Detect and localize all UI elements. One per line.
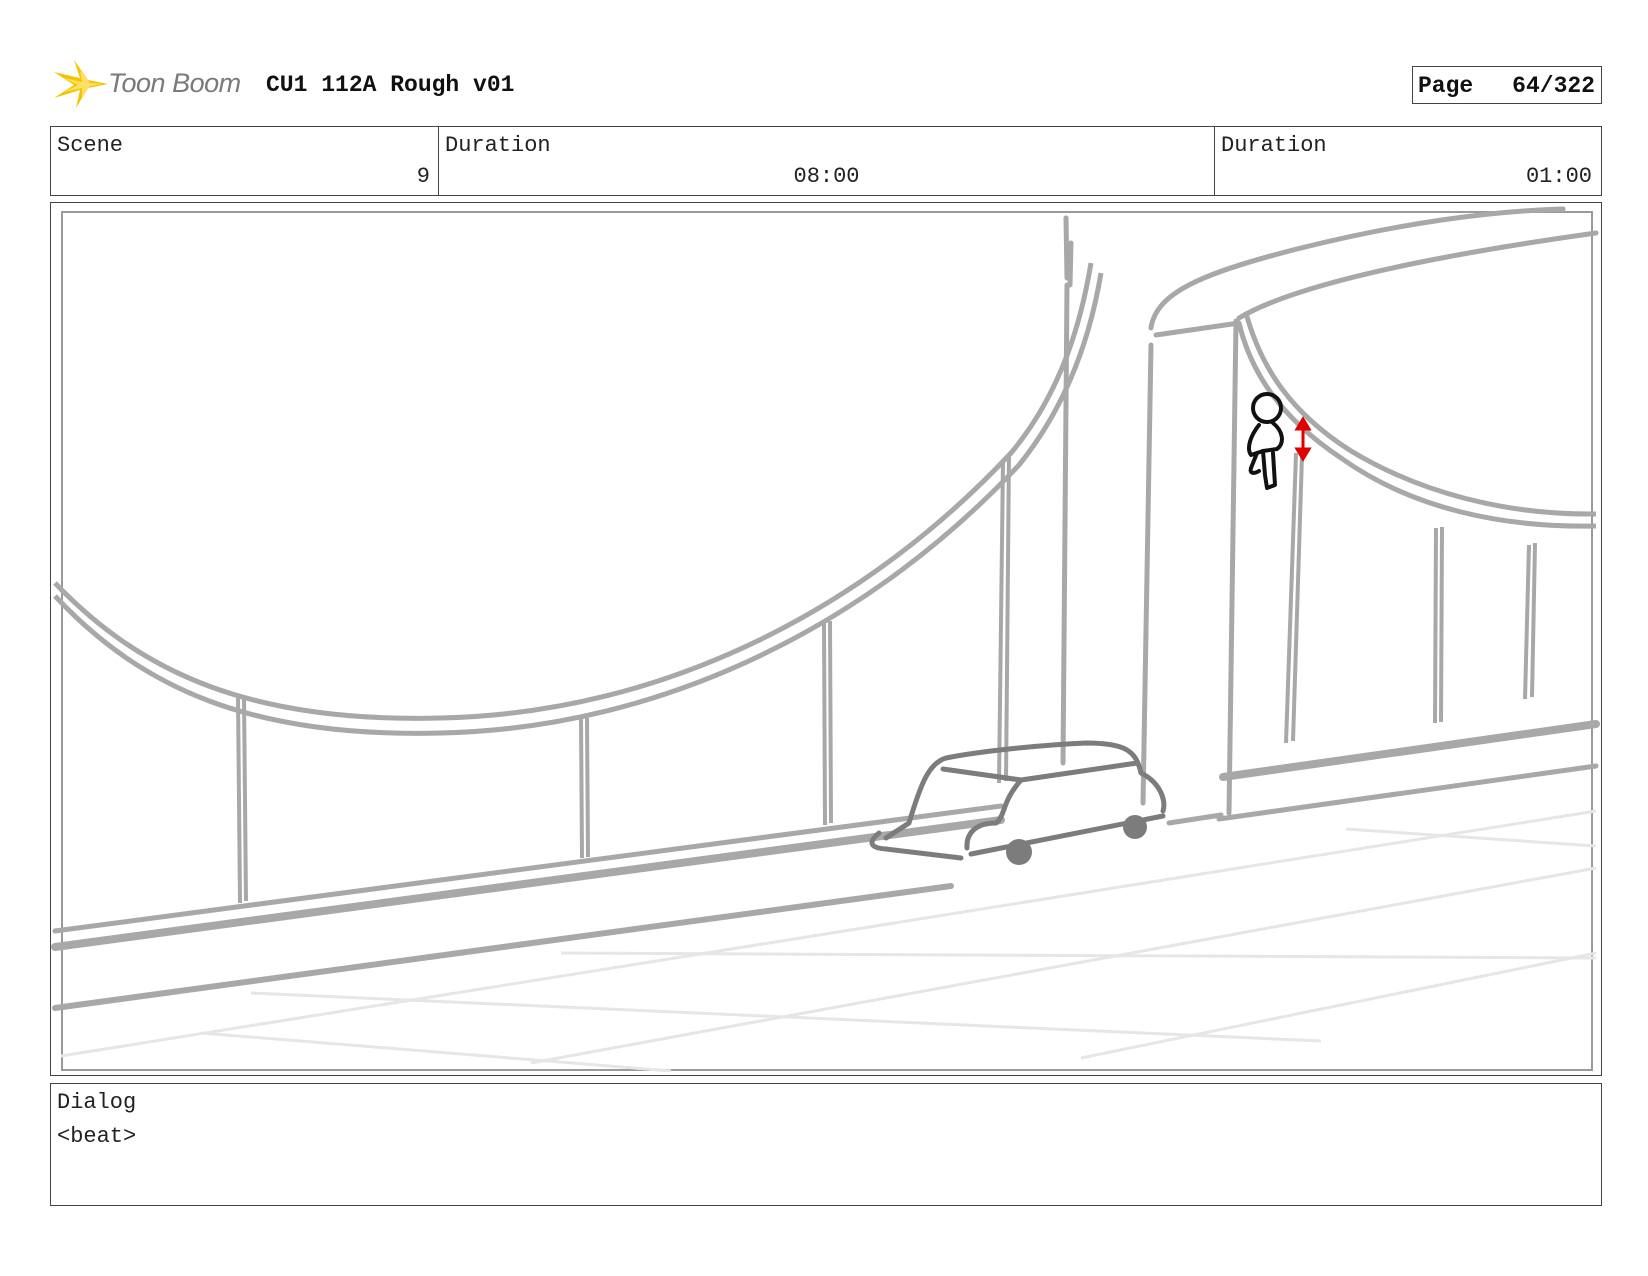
logo-text: Toon Boom — [108, 68, 241, 98]
ground-grid — [60, 809, 1597, 1073]
scene-cell: Scene 9 — [51, 127, 439, 195]
storyboard-panel — [50, 202, 1602, 1076]
toon-boom-star-icon — [54, 60, 108, 108]
panel-duration-value: 01:00 — [1525, 164, 1592, 189]
dialog-text: <beat> — [57, 1124, 137, 1149]
storyboard-header: Toon Boom CU1 112A Rough v01 Page 64/322 — [50, 58, 1602, 110]
dialog-box: Dialog <beat> — [50, 1083, 1602, 1206]
scene-duration-value: 08:00 — [793, 164, 860, 189]
document-title: CU1 112A Rough v01 — [266, 72, 515, 98]
scene-duration-label: Duration — [445, 133, 551, 158]
car-wheels — [1006, 815, 1147, 865]
suspension-cable-right — [1236, 312, 1597, 529]
motion-arrow-icon — [1294, 416, 1312, 462]
scene-number: 9 — [416, 164, 430, 189]
toon-boom-logo: Toon Boom — [52, 58, 252, 110]
page-label: Page — [1418, 73, 1474, 99]
suspension-cable-left — [53, 262, 1104, 736]
safe-frame — [61, 211, 1593, 1071]
page-indicator: Page 64/322 — [1412, 66, 1602, 104]
character-figure — [1247, 392, 1284, 490]
panel-duration-cell: Duration 01:00 — [1215, 127, 1600, 195]
dialog-label: Dialog — [57, 1090, 137, 1115]
storyboard-sketch — [51, 206, 1600, 1073]
page-number: 64/322 — [1512, 73, 1595, 99]
scene-info-row: Scene 9 Duration 08:00 Duration 01:00 — [50, 126, 1602, 196]
scene-label: Scene — [57, 133, 124, 158]
scene-duration-cell: Duration 08:00 — [439, 127, 1215, 195]
panel-duration-label: Duration — [1221, 133, 1327, 158]
